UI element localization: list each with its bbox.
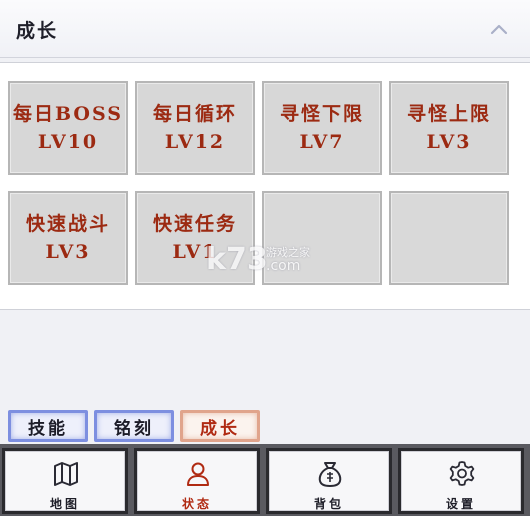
growth-tile-seek-max[interactable]: 寻怪上限 LV3: [389, 81, 509, 175]
nav-label: 设置: [445, 497, 476, 511]
tile-level: LV10: [37, 131, 99, 153]
map-icon: [54, 462, 78, 486]
tab-skills[interactable]: 技能: [8, 410, 88, 442]
watermark-domain: .com: [266, 258, 301, 274]
growth-tile-empty: [389, 191, 509, 285]
nav-status-button[interactable]: 状态: [134, 448, 260, 514]
header-title: 成长: [16, 20, 59, 42]
nav-settings-button[interactable]: 设置: [398, 448, 524, 514]
growth-tile-daily-boss[interactable]: 每日BOSS LV10: [8, 81, 128, 175]
tile-name: 快速战斗: [25, 213, 110, 235]
growth-tile-quick-battle[interactable]: 快速战斗 LV3: [8, 191, 128, 285]
nav-label: 地图: [49, 497, 80, 511]
nav-label: 背包: [313, 497, 344, 511]
tile-name: 寻怪上限: [406, 103, 491, 125]
tile-name: 每日循环: [152, 103, 237, 125]
bag-icon: [318, 462, 342, 487]
tab-inscription[interactable]: 铭刻: [94, 410, 174, 442]
nav-label: 状态: [181, 497, 212, 511]
tile-name: 每日BOSS: [13, 103, 123, 125]
tile-name: 寻怪下限: [279, 103, 364, 125]
person-icon: [187, 462, 209, 486]
growth-tile-daily-loop[interactable]: 每日循环 LV12: [135, 81, 255, 175]
tab-growth[interactable]: 成长: [180, 410, 260, 442]
growth-header[interactable]: 成长: [0, 0, 530, 58]
gear-icon: [449, 461, 475, 486]
tile-name: 快速任务: [152, 213, 237, 235]
tile-level: LV12: [164, 131, 226, 153]
tab-label: 铭刻: [114, 418, 154, 439]
nav-bag-button[interactable]: 背包: [266, 448, 392, 514]
watermark-logo: k73: [206, 242, 268, 277]
nav-map-button[interactable]: 地图: [2, 448, 128, 514]
tile-level: LV7: [299, 131, 345, 153]
site-watermark: k73 游戏之家 .com: [196, 240, 336, 280]
chevron-up-icon[interactable]: [490, 22, 508, 36]
tile-level: LV3: [426, 131, 472, 153]
tab-label: 技能: [28, 418, 68, 439]
tile-level: LV3: [45, 241, 91, 263]
bottom-nav: 地图 状态 背包 设置: [0, 444, 530, 516]
tab-label: 成长: [200, 418, 240, 439]
growth-tile-seek-min[interactable]: 寻怪下限 LV7: [262, 81, 382, 175]
